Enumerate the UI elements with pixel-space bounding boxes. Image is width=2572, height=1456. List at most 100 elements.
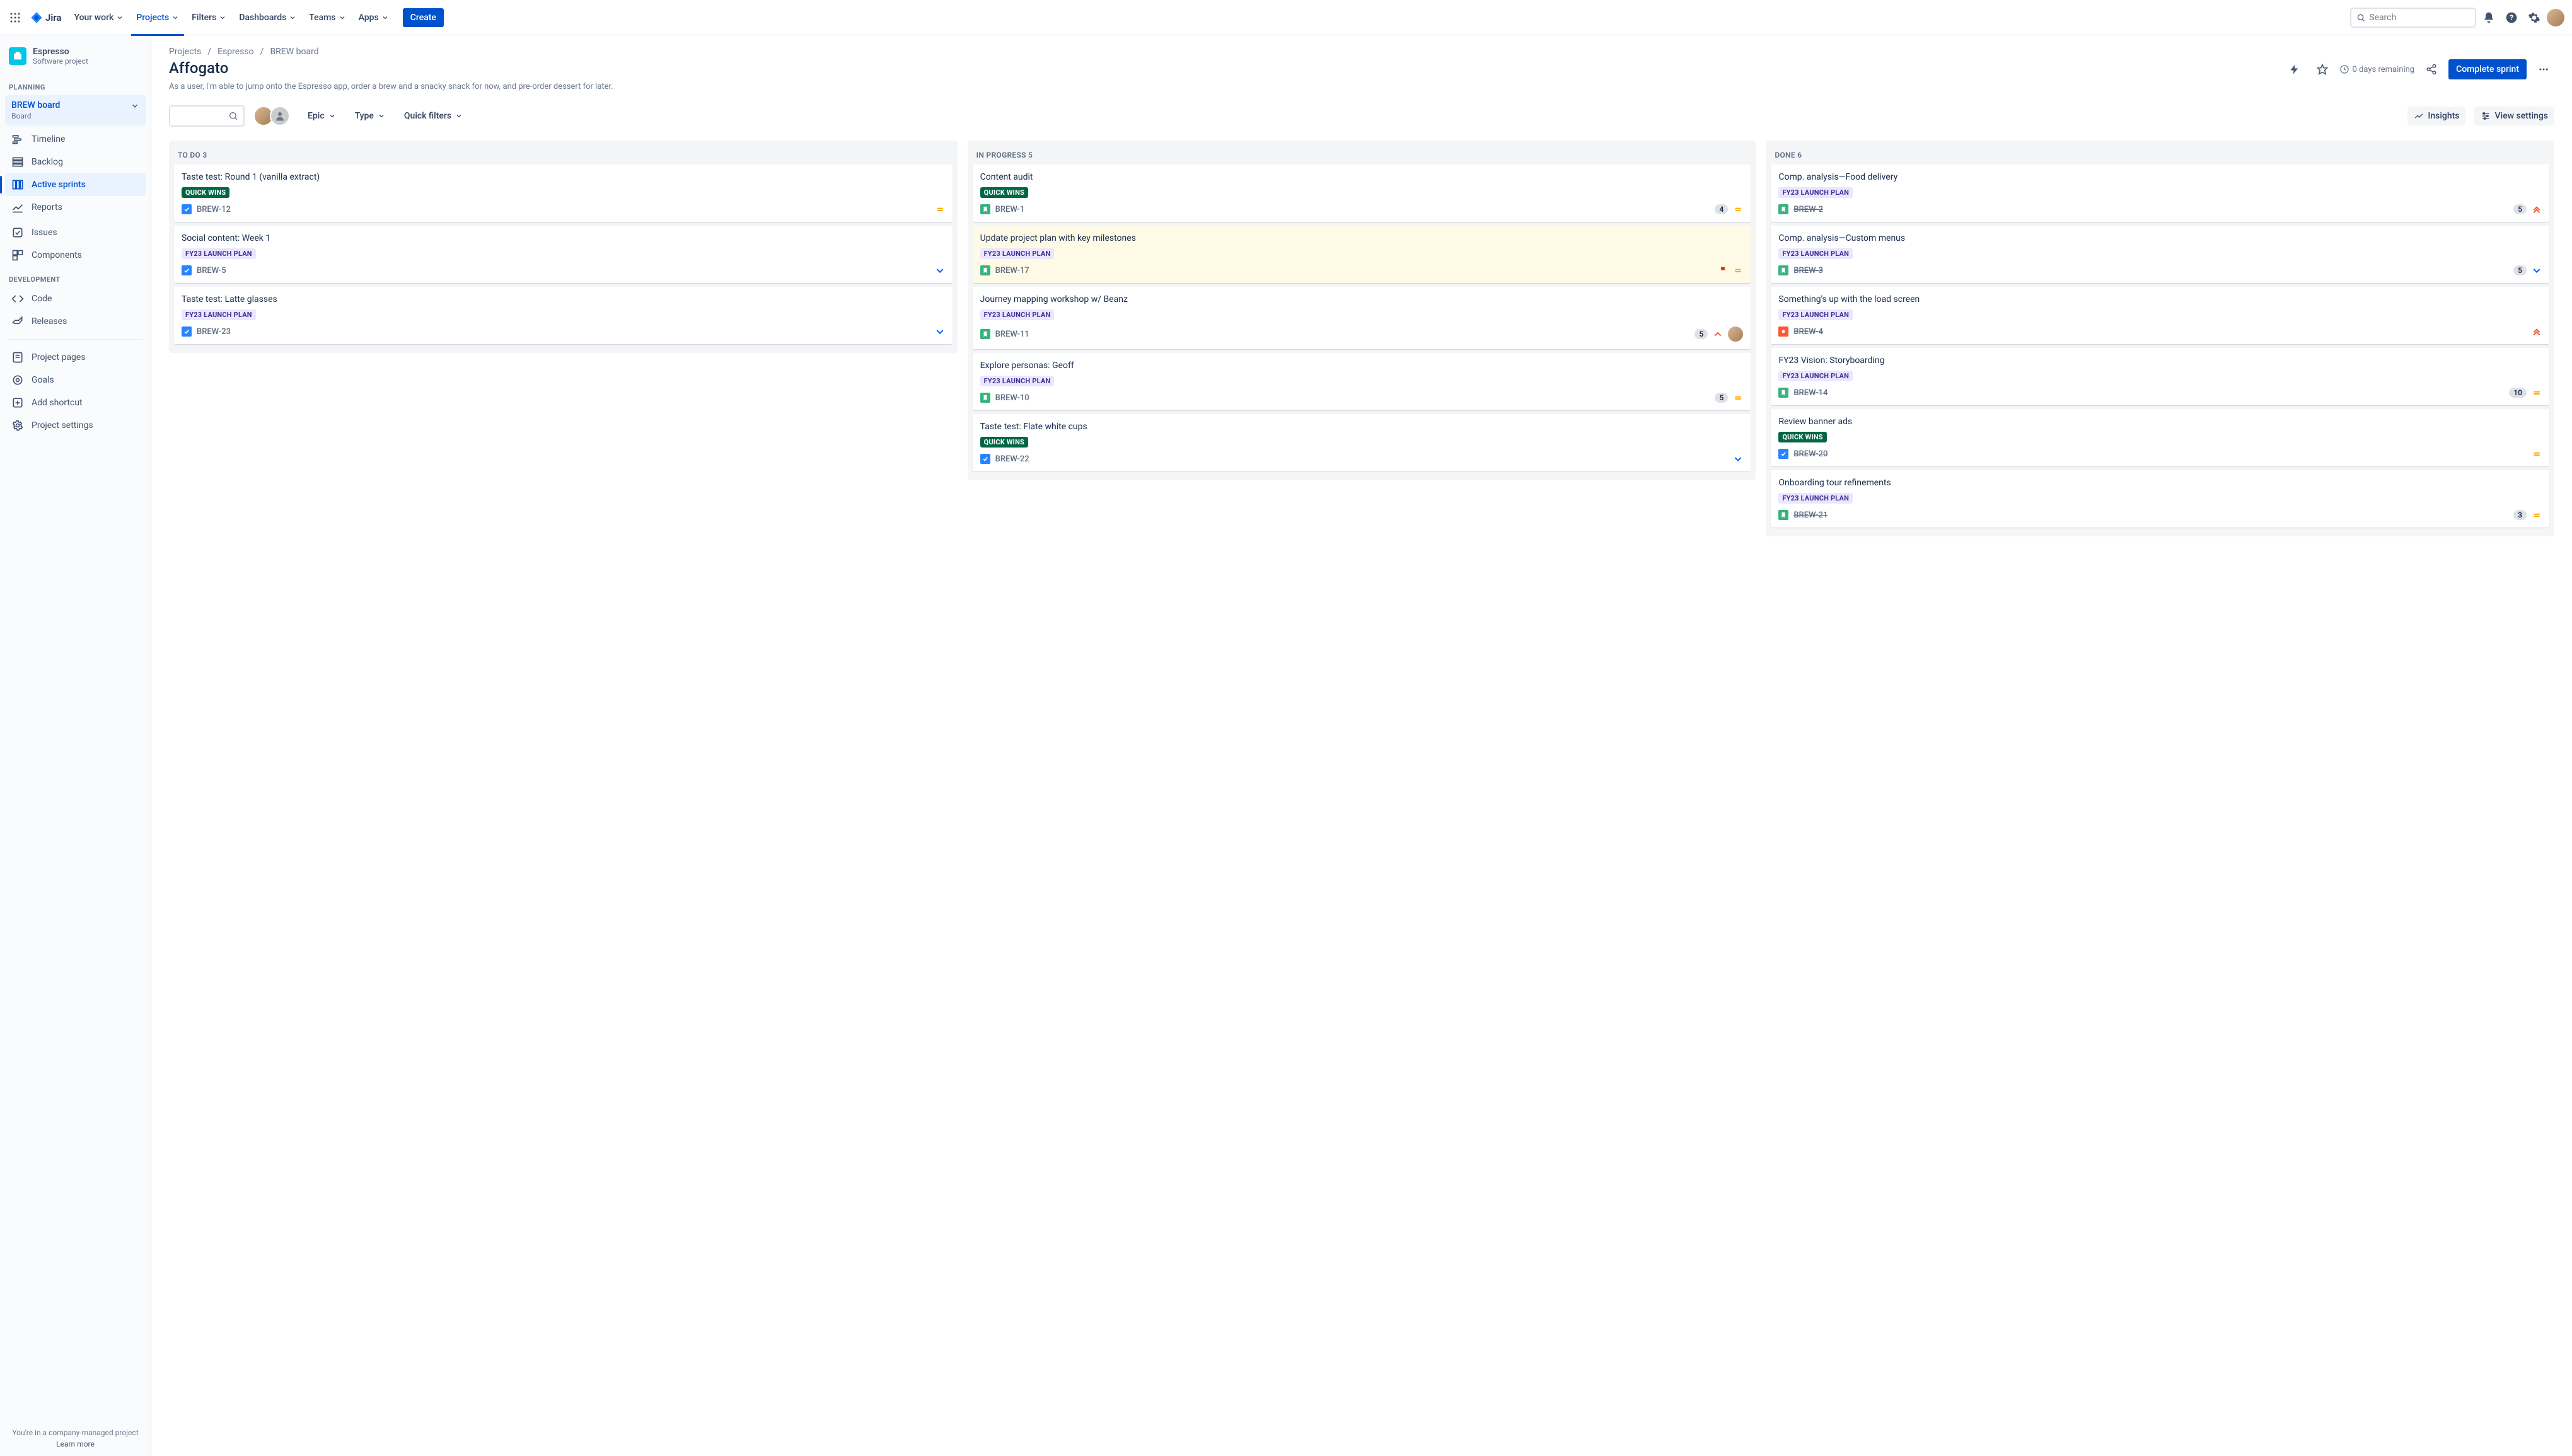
jira-logo[interactable]: Jira [25,11,66,24]
sidebar-item-project-pages[interactable]: Project pages [5,346,146,369]
card-brew-20[interactable]: Review banner adsQUICK WINSBREW-20 [1771,409,2549,466]
bug-icon [1778,326,1788,337]
card-brew-1[interactable]: Content auditQUICK WINSBREW-14 [973,165,1751,222]
sidebar-item-releases[interactable]: Releases [5,310,146,333]
issue-key[interactable]: BREW-14 [1793,388,1828,398]
card-brew-10[interactable]: Explore personas: GeoffFY23 LAUNCH PLANB… [973,353,1751,410]
nav-dashboards[interactable]: Dashboards [234,9,301,26]
board-search[interactable] [169,105,245,127]
header-actions: 0 days remaining Complete sprint [2284,59,2554,79]
epic-label[interactable]: QUICK WINS [980,437,1028,448]
search-input[interactable] [2369,13,2470,23]
issue-key[interactable]: BREW-1 [995,205,1025,214]
nav-teams[interactable]: Teams [304,9,350,26]
sidebar-icon [11,396,24,409]
card-brew-4[interactable]: Something's up with the load screenFY23 … [1771,287,2549,344]
issue-key[interactable]: BREW-4 [1793,327,1823,337]
create-button[interactable]: Create [403,8,444,27]
sidebar-item-backlog[interactable]: Backlog [5,151,146,173]
board-subtitle: Board [11,112,139,120]
card-brew-14[interactable]: FY23 Vision: StoryboardingFY23 LAUNCH PL… [1771,348,2549,405]
epic-label[interactable]: QUICK WINS [182,187,229,198]
search-box[interactable] [2350,8,2476,28]
view-settings-button[interactable]: View settings [2474,107,2554,125]
sidebar-item-goals[interactable]: Goals [5,369,146,391]
automation-icon[interactable] [2284,60,2305,79]
issue-key[interactable]: BREW-23 [197,327,231,337]
epic-label[interactable]: FY23 LAUNCH PLAN [980,309,1055,320]
nav-filters[interactable]: Filters [187,9,231,26]
issue-key[interactable]: BREW-17 [995,266,1029,275]
sidebar-icon [11,178,24,191]
app-switcher-icon[interactable] [8,10,23,25]
star-icon[interactable] [2312,60,2333,79]
card-brew-17[interactable]: Update project plan with key milestonesF… [973,226,1751,283]
sidebar-item-issues[interactable]: Issues [5,221,146,244]
settings-icon[interactable] [2524,8,2544,28]
issue-key[interactable]: BREW-2 [1793,205,1823,214]
unassigned-avatar[interactable] [270,106,290,126]
crumb-1[interactable]: Espresso [217,47,254,57]
assignee-filter[interactable] [253,106,290,126]
nav-apps[interactable]: Apps [354,9,394,26]
project-header[interactable]: Espresso Software project [0,47,151,74]
crumb-2[interactable]: BREW board [270,47,318,57]
issue-key[interactable]: BREW-12 [197,205,231,214]
card-brew-11[interactable]: Journey mapping workshop w/ BeanzFY23 LA… [973,287,1751,349]
filter-quick-filters[interactable]: Quick filters [402,107,465,125]
jira-logotext: Jira [45,12,61,23]
notifications-icon[interactable] [2479,8,2499,28]
story-icon [980,265,990,275]
epic-label[interactable]: QUICK WINS [1778,432,1826,442]
issue-key[interactable]: BREW-3 [1793,266,1823,275]
sidebar-icon [11,351,24,364]
sidebar-item-project-settings[interactable]: Project settings [5,414,146,437]
more-icon[interactable] [2533,60,2554,79]
user-avatar[interactable] [2547,9,2564,26]
issue-key[interactable]: BREW-11 [995,330,1029,339]
issue-key[interactable]: BREW-22 [995,454,1029,464]
sidebar-item-active-sprints[interactable]: Active sprints [5,173,146,196]
epic-label[interactable]: FY23 LAUNCH PLAN [182,309,256,320]
task-icon [182,326,192,337]
epic-label[interactable]: FY23 LAUNCH PLAN [1778,493,1853,504]
complete-sprint-button[interactable]: Complete sprint [2448,59,2527,79]
search-icon [228,111,238,121]
card-brew-22[interactable]: Taste test: Flate white cupsQUICK WINSBR… [973,414,1751,471]
help-icon[interactable]: ? [2501,8,2522,28]
issue-key[interactable]: BREW-21 [1793,511,1828,520]
card-brew-12[interactable]: Taste test: Round 1 (vanilla extract)QUI… [174,165,953,222]
card-brew-2[interactable]: Comp. analysis—Food deliveryFY23 LAUNCH … [1771,165,2549,222]
share-icon[interactable] [2421,60,2442,79]
insights-button[interactable]: Insights [2407,107,2465,125]
epic-label[interactable]: FY23 LAUNCH PLAN [1778,371,1853,381]
sidebar-item-add-shortcut[interactable]: Add shortcut [5,391,146,414]
epic-label[interactable]: FY23 LAUNCH PLAN [980,376,1055,386]
nav-your-work[interactable]: Your work [69,9,129,26]
board-picker[interactable]: BREW board Board [5,95,146,125]
sidebar-item-components[interactable]: Components [5,244,146,267]
days-remaining: 0 days remaining [2339,64,2415,74]
learn-more-link[interactable]: Learn more [8,1440,143,1448]
epic-label[interactable]: FY23 LAUNCH PLAN [1778,187,1853,198]
issue-key[interactable]: BREW-20 [1793,449,1828,459]
filter-type[interactable]: Type [352,107,388,125]
nav-projects[interactable]: Projects [131,9,184,26]
card-brew-23[interactable]: Taste test: Latte glassesFY23 LAUNCH PLA… [174,287,953,344]
card-brew-5[interactable]: Social content: Week 1FY23 LAUNCH PLANBR… [174,226,953,283]
card-brew-3[interactable]: Comp. analysis—Custom menusFY23 LAUNCH P… [1771,226,2549,283]
epic-label[interactable]: FY23 LAUNCH PLAN [980,248,1055,259]
card-title: Onboarding tour refinements [1778,478,2542,488]
sidebar-item-code[interactable]: Code [5,287,146,310]
sidebar-item-reports[interactable]: Reports [5,196,146,219]
sidebar-item-timeline[interactable]: Timeline [5,128,146,151]
crumb-0[interactable]: Projects [169,47,201,57]
issue-key[interactable]: BREW-10 [995,393,1029,403]
epic-label[interactable]: FY23 LAUNCH PLAN [1778,309,1853,320]
issue-key[interactable]: BREW-5 [197,266,226,275]
card-brew-21[interactable]: Onboarding tour refinements FY23 LAUNCH P… [1771,470,2549,528]
filter-epic[interactable]: Epic [305,107,339,125]
epic-label[interactable]: FY23 LAUNCH PLAN [1778,248,1853,259]
epic-label[interactable]: FY23 LAUNCH PLAN [182,248,256,259]
epic-label[interactable]: QUICK WINS [980,187,1028,198]
